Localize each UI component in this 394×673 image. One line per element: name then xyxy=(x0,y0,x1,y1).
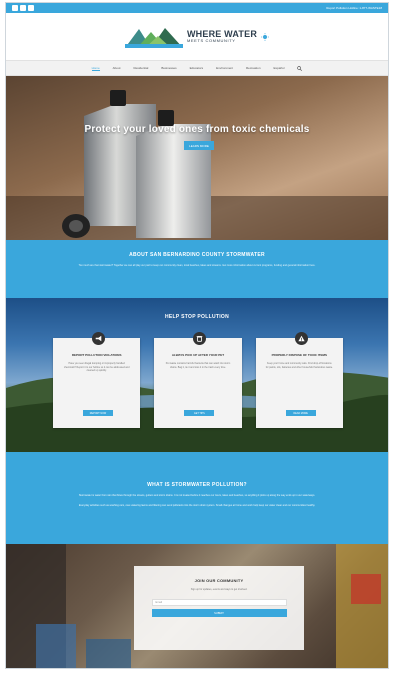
nav-item-educators[interactable]: Educators xyxy=(190,66,204,70)
email-field[interactable]: Email xyxy=(151,599,287,606)
card-title: ALWAYS PICK UP AFTER YOUR PET xyxy=(171,353,225,357)
chemical-jugs-image xyxy=(6,90,388,240)
about-text: Too much are that stormwater? Together w… xyxy=(78,264,316,267)
nav-item-home[interactable]: Home xyxy=(91,66,100,71)
nav-item-about[interactable]: About xyxy=(113,66,121,70)
about-section: ABOUT SAN BERNARDINO COUNTY STORMWATER T… xyxy=(6,240,388,298)
page-frame: Report Pollution Hotline: 1-877-WASTE18 … xyxy=(5,2,389,669)
trash-bag-icon xyxy=(193,332,207,345)
card-title: PROPERLY DISPOSE OF TOXIC ITEMS xyxy=(271,353,327,357)
join-community-form: JOIN OUR COMMUNITY Sign up for updates, … xyxy=(134,566,304,650)
card-desc: Keep your home and community safe. Find … xyxy=(265,362,333,369)
instagram-icon[interactable] xyxy=(28,5,34,11)
report-now-button[interactable]: REPORT NOW xyxy=(83,410,113,416)
join-subtitle: Sign up for updates, events and ways to … xyxy=(190,588,248,591)
nav-item-environment[interactable]: Environment xyxy=(216,66,233,70)
sun-icon xyxy=(261,32,270,41)
nav-item-recreation[interactable]: Recreation xyxy=(246,66,261,70)
main-nav: Home About Residential Businesses Educat… xyxy=(6,60,388,76)
read-more-button[interactable]: READ MORE xyxy=(285,410,316,416)
logo-line-2: MEETS COMMUNITY xyxy=(186,38,236,43)
about-heading: ABOUT SAN BERNARDINO COUNTY STORMWATER xyxy=(129,252,265,258)
stormwater-paragraph-2: Everyday activities such as washing cars… xyxy=(78,504,316,507)
hero-title: Protect your loved ones from toxic chemi… xyxy=(84,124,310,135)
card-title: REPORT POLLUTION VIOLATIONS xyxy=(71,353,122,357)
hotline-text: Report Pollution Hotline: 1-877-WASTE18 xyxy=(326,6,382,10)
pet-waste-card: ALWAYS PICK UP AFTER YOUR PET Pet waste … xyxy=(154,332,242,428)
report-pollution-card: REPORT POLLUTION VIOLATIONS Have you see… xyxy=(53,332,141,428)
submit-button[interactable]: SUBMIT xyxy=(151,609,287,617)
twitter-icon[interactable] xyxy=(20,5,26,11)
mountains-logo-icon xyxy=(124,27,183,48)
hero-banner: Protect your loved ones from toxic chemi… xyxy=(6,76,388,240)
stormwater-heading: WHAT IS STORMWATER POLLUTION? xyxy=(147,482,247,488)
megaphone-icon xyxy=(92,332,105,345)
top-bar: Report Pollution Hotline: 1-877-WASTE18 xyxy=(6,3,388,13)
nav-item-espanol[interactable]: Español xyxy=(274,66,285,70)
warning-icon xyxy=(294,332,308,345)
join-heading: JOIN OUR COMMUNITY xyxy=(194,578,244,583)
card-desc: Have you seen illegal dumping or imprope… xyxy=(63,362,130,372)
pollution-heading: HELP STOP POLLUTION xyxy=(164,314,230,320)
dispose-toxic-card: PROPERLY DISPOSE OF TOXIC ITEMS Keep you… xyxy=(255,332,343,428)
stormwater-paragraph-1: Stormwater is water from rain that flows… xyxy=(78,494,316,497)
nav-item-residential[interactable]: Residential xyxy=(133,66,148,70)
site-logo[interactable]: WHERE WATER MEETS COMMUNITY xyxy=(124,26,270,48)
site-header: WHERE WATER MEETS COMMUNITY xyxy=(6,13,388,60)
nav-item-businesses[interactable]: Businesses xyxy=(161,66,176,70)
social-links xyxy=(12,5,34,11)
card-desc: Pet waste contains harmful bacteria that… xyxy=(165,362,231,369)
join-community-section: JOIN OUR COMMUNITY Sign up for updates, … xyxy=(6,544,388,668)
facebook-icon[interactable] xyxy=(12,5,18,11)
search-icon[interactable] xyxy=(297,65,303,71)
stormwater-section: WHAT IS STORMWATER POLLUTION? Stormwater… xyxy=(6,452,388,544)
help-stop-pollution-section: HELP STOP POLLUTION REPORT POLLUTION VIO… xyxy=(6,298,388,452)
get-tips-button[interactable]: GET TIPS xyxy=(184,410,215,416)
learn-more-button[interactable]: LEARN MORE xyxy=(184,141,214,150)
action-cards: REPORT POLLUTION VIOLATIONS Have you see… xyxy=(53,332,343,428)
logo-text: WHERE WATER MEETS COMMUNITY xyxy=(187,30,257,43)
